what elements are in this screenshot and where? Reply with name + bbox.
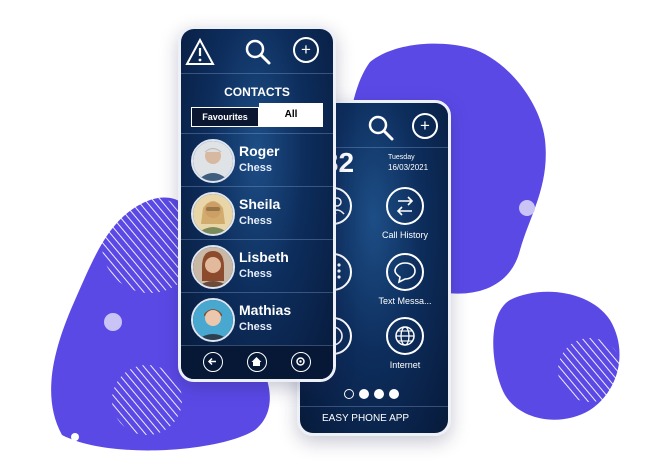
contact-row[interactable]: Sheila Chess: [181, 186, 333, 239]
settings-icon: [296, 357, 305, 366]
text-messages-tile-label: Text Messa...: [378, 296, 432, 306]
tab-all[interactable]: All: [259, 103, 323, 127]
contact-row[interactable]: Lisbeth Chess: [181, 239, 333, 292]
scene: + 2:32 Tuesday 16/03/2021 ntacts: [0, 0, 645, 470]
avatar: [191, 245, 235, 289]
internet-tile-label: Internet: [389, 360, 421, 370]
page-dot[interactable]: [374, 389, 384, 399]
contact-group: Chess: [239, 321, 273, 333]
page-dot[interactable]: [359, 389, 369, 399]
page-indicator: [344, 389, 414, 401]
back-button[interactable]: [203, 352, 223, 372]
contacts-phone: + CONTACTS Favourites All Roger Chess Sh…: [178, 26, 336, 382]
contact-name: Mathias: [239, 302, 292, 318]
clock-date: 16/03/2021: [388, 163, 429, 172]
contact-group: Chess: [239, 268, 273, 280]
call-history-tile[interactable]: [386, 187, 424, 225]
contact-row[interactable]: Roger Chess: [181, 133, 333, 186]
contact-name: Roger: [239, 143, 280, 159]
settings-button[interactable]: [291, 352, 311, 372]
search-icon[interactable]: [243, 37, 273, 67]
warning-icon[interactable]: [185, 37, 215, 67]
contacts-screen: + CONTACTS Favourites All Roger Chess Sh…: [181, 29, 333, 379]
globe-icon: [395, 326, 415, 346]
contact-group: Chess: [239, 162, 273, 174]
back-arrow-icon: [207, 357, 216, 366]
avatar: [191, 192, 235, 236]
text-messages-tile[interactable]: [386, 253, 424, 291]
add-icon: +: [301, 40, 311, 59]
call-history-tile-label: Call History: [381, 230, 428, 240]
tab-favourites-label: Favourites: [202, 112, 248, 122]
add-contact-button[interactable]: +: [293, 37, 319, 63]
contact-group: Chess: [239, 215, 273, 227]
internet-tile[interactable]: [386, 317, 424, 355]
bottom-nav: [181, 345, 333, 379]
contact-name: Lisbeth: [239, 249, 289, 265]
contacts-title: CONTACTS: [224, 85, 290, 99]
tab-all-label: All: [284, 109, 298, 120]
call-history-icon: [396, 196, 414, 216]
tab-bar: Favourites All: [191, 103, 323, 127]
contact-name: Sheila: [239, 196, 281, 212]
add-icon[interactable]: +: [412, 113, 438, 139]
app-footer: EASY PHONE APP: [322, 413, 410, 424]
home-button[interactable]: [247, 352, 267, 372]
page-dot[interactable]: [389, 389, 399, 399]
contact-row[interactable]: Mathias Chess: [181, 292, 333, 345]
search-icon[interactable]: [366, 113, 396, 143]
message-icon: [394, 262, 416, 284]
avatar: [191, 139, 235, 183]
home-icon: [251, 357, 262, 366]
clock-day: Tuesday: [388, 154, 415, 161]
avatar: [191, 298, 235, 342]
page-dot-active[interactable]: [344, 389, 354, 399]
tab-favourites[interactable]: Favourites: [191, 107, 259, 127]
